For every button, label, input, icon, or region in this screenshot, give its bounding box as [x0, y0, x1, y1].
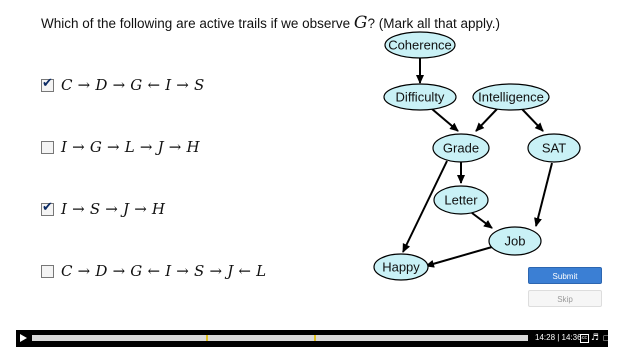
time-display: 14:28 | 14:36 [535, 333, 582, 342]
node-grade-label: Grade [443, 141, 479, 156]
node-letter: Letter [433, 185, 489, 215]
edge-difficulty-grade [431, 108, 459, 132]
node-difficulty: Difficulty [383, 83, 457, 111]
node-job-label: Job [505, 234, 526, 249]
edge-intelligence-sat [521, 108, 544, 132]
edge-intelligence-grade [475, 108, 498, 132]
video-player-bar: 14:28 | 14:36 cc ♬ □ ▦ [16, 330, 621, 347]
edge-sat-job [534, 162, 553, 227]
node-letter-label: Letter [444, 193, 478, 208]
edge-job-happy [425, 246, 493, 268]
node-grade: Grade [432, 133, 490, 163]
node-job: Job [488, 226, 542, 256]
node-difficulty-label: Difficulty [396, 90, 445, 105]
fullscreen-icon[interactable]: ▦ [614, 334, 621, 342]
node-happy-label: Happy [382, 260, 420, 275]
edge-letter-job [471, 212, 493, 229]
volume-icon[interactable]: ♬ [591, 333, 599, 343]
node-coherence: Coherence [384, 31, 456, 59]
submit-button[interactable]: Submit [528, 267, 602, 284]
node-sat-label: SAT [542, 141, 566, 156]
node-happy: Happy [373, 253, 429, 281]
progress-track[interactable] [32, 335, 528, 341]
chapter-marker [206, 335, 208, 341]
closed-captions-icon[interactable]: cc [580, 334, 589, 343]
node-coherence-label: Coherence [388, 38, 452, 53]
node-intelligence-label: Intelligence [478, 90, 544, 105]
node-intelligence: Intelligence [472, 83, 550, 111]
skip-button[interactable]: Skip [528, 290, 602, 307]
chapter-marker [314, 335, 316, 341]
play-icon[interactable] [20, 334, 27, 342]
node-sat: SAT [527, 133, 581, 163]
expand-icon[interactable]: □ [603, 334, 610, 342]
